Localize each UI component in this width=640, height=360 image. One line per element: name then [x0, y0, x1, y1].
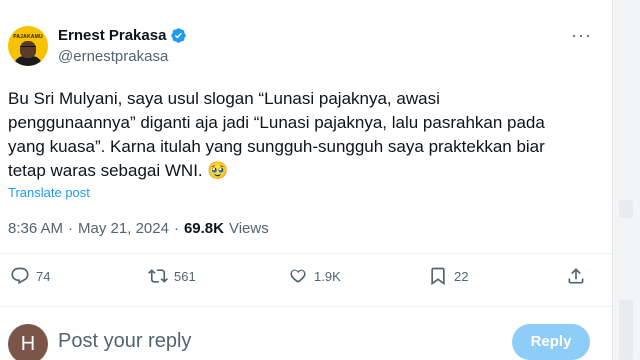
avatar-glasses — [20, 46, 36, 50]
author-name[interactable]: Ernest Prakasa — [58, 27, 166, 44]
sidebar-fragment — [619, 200, 633, 218]
heart-icon — [290, 269, 306, 283]
current-user-avatar[interactable]: H — [8, 324, 48, 360]
author-name-row: Ernest Prakasa — [58, 27, 187, 44]
bookmark-action[interactable]: 22 — [428, 266, 468, 286]
meta-separator: · — [68, 220, 74, 237]
like-action[interactable]: 1.9K — [288, 266, 341, 286]
share-action[interactable] — [566, 266, 586, 286]
post-date[interactable]: May 21, 2024 — [78, 220, 169, 237]
repost-icon — [148, 269, 168, 283]
reply-composer: H Post your reply Reply — [0, 318, 612, 360]
reply-input[interactable]: Post your reply — [58, 330, 191, 353]
meta-separator: · — [173, 220, 179, 237]
tweet-text-line: Bu Sri Mulyani, saya usul slogan “Lunasi… — [8, 89, 440, 108]
verified-badge-icon — [171, 28, 187, 43]
right-column-edge — [612, 0, 640, 360]
action-bar: 74 561 1.9K 22 — [0, 266, 612, 296]
divider — [0, 253, 612, 254]
reply-action[interactable]: 74 — [10, 266, 50, 286]
reply-button[interactable]: Reply — [512, 324, 590, 360]
translate-post-link[interactable]: Translate post — [8, 185, 90, 200]
post-time[interactable]: 8:36 AM — [8, 220, 63, 237]
views-count: 69.8K — [183, 220, 224, 237]
avatar-banner-text: PAJAKAMU — [13, 34, 43, 40]
repost-count: 561 — [174, 268, 196, 284]
tweet-text-line: penggunaannya” diganti aja jadi “Lunasi … — [8, 113, 545, 132]
tweet-text-line: yang kuasa”. Karna itulah yang sungguh-s… — [8, 137, 545, 156]
bookmark-count: 22 — [454, 268, 469, 284]
author-avatar[interactable]: PAJAKAMU — [8, 26, 48, 66]
repost-action[interactable]: 561 — [148, 266, 196, 286]
divider — [0, 306, 612, 307]
reply-count: 74 — [36, 268, 51, 284]
sidebar-fragment — [619, 300, 633, 360]
bookmark-icon — [431, 267, 445, 286]
like-count: 1.9K — [314, 268, 341, 284]
more-options-icon[interactable]: ··· — [571, 26, 592, 44]
tweet-detail: PAJAKAMU Ernest Prakasa @ernestprakasa ·… — [0, 0, 612, 360]
reply-icon — [11, 267, 29, 285]
tweet-metadata: 8:36 AM · May 21, 2024 · 69.8K Views — [8, 220, 269, 237]
views-label: Views — [228, 220, 269, 237]
author-handle[interactable]: @ernestprakasa — [58, 48, 168, 65]
tweet-text-line: tetap waras sebagai WNI. 🥹 — [8, 161, 229, 180]
tweet-text: Bu Sri Mulyani, saya usul slogan “Lunasi… — [8, 87, 545, 183]
share-icon — [568, 268, 584, 284]
